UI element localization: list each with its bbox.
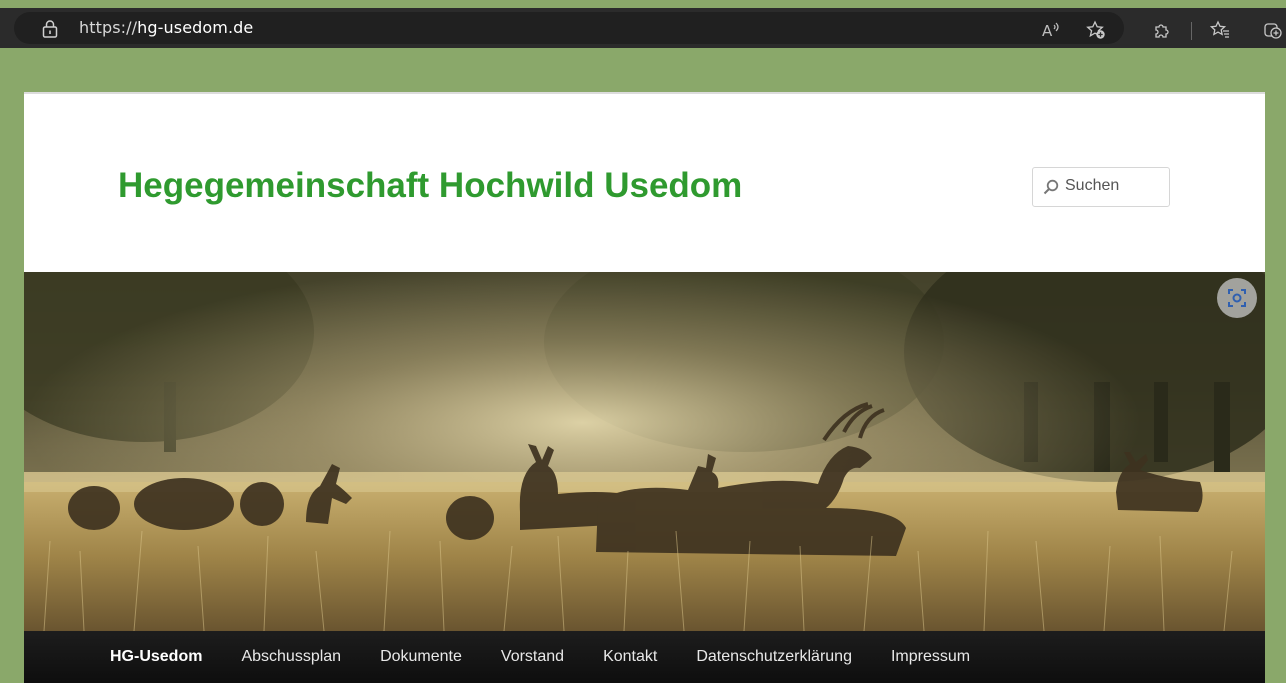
header-image [24,272,1265,631]
header-image-deer-scene [24,272,1265,631]
url-host: hg-usedom.de [137,18,254,37]
browser-toolbar: https://hg-usedom.de A [0,0,1286,56]
extensions-icon[interactable] [1152,20,1172,40]
nav-link-datenschutz[interactable]: Datenschutzerklärung [696,648,852,665]
visual-search-button[interactable] [1217,278,1257,318]
site-title[interactable]: Hegegemeinschaft Hochwild Usedom [118,166,742,206]
nav-item-kontakt[interactable]: Kontakt [603,648,657,666]
collections-icon[interactable] [1263,20,1283,40]
main-navigation: HG-Usedom Abschussplan Dokumente Vorstan… [24,631,1265,683]
nav-link-abschussplan[interactable]: Abschussplan [241,648,341,665]
nav-link-dokumente[interactable]: Dokumente [380,648,462,665]
add-favorite-icon[interactable] [1086,20,1106,40]
nav-item-dokumente[interactable]: Dokumente [380,648,462,666]
nav-link-kontakt[interactable]: Kontakt [603,648,657,665]
nav-link-hg-usedom[interactable]: HG-Usedom [110,648,202,665]
read-aloud-icon[interactable]: A [1041,20,1061,40]
nav-item-impressum[interactable]: Impressum [891,648,970,666]
search-box[interactable] [1032,167,1170,207]
visual-search-icon [1228,289,1246,307]
nav-link-vorstand[interactable]: Vorstand [501,648,564,665]
nav-link-impressum[interactable]: Impressum [891,648,970,665]
url-scheme: https:// [79,18,138,37]
search-icon [1043,179,1059,195]
nav-item-datenschutz[interactable]: Datenschutzerklärung [696,648,852,666]
nav-item-abschussplan[interactable]: Abschussplan [241,648,341,666]
favorites-icon[interactable] [1210,20,1230,40]
address-url[interactable]: https://hg-usedom.de [79,18,253,37]
nav-item-hg-usedom[interactable]: HG-Usedom [110,648,202,666]
site-page: Hegegemeinschaft Hochwild Usedom Suchen … [24,92,1265,683]
nav-item-vorstand[interactable]: Vorstand [501,648,564,666]
svg-text:A: A [1042,22,1053,40]
browser-toolbar-bar: https://hg-usedom.de A [0,8,1286,48]
toolbar-separator [1191,22,1192,40]
search-input[interactable] [1065,168,1165,204]
lock-icon[interactable] [42,20,58,38]
